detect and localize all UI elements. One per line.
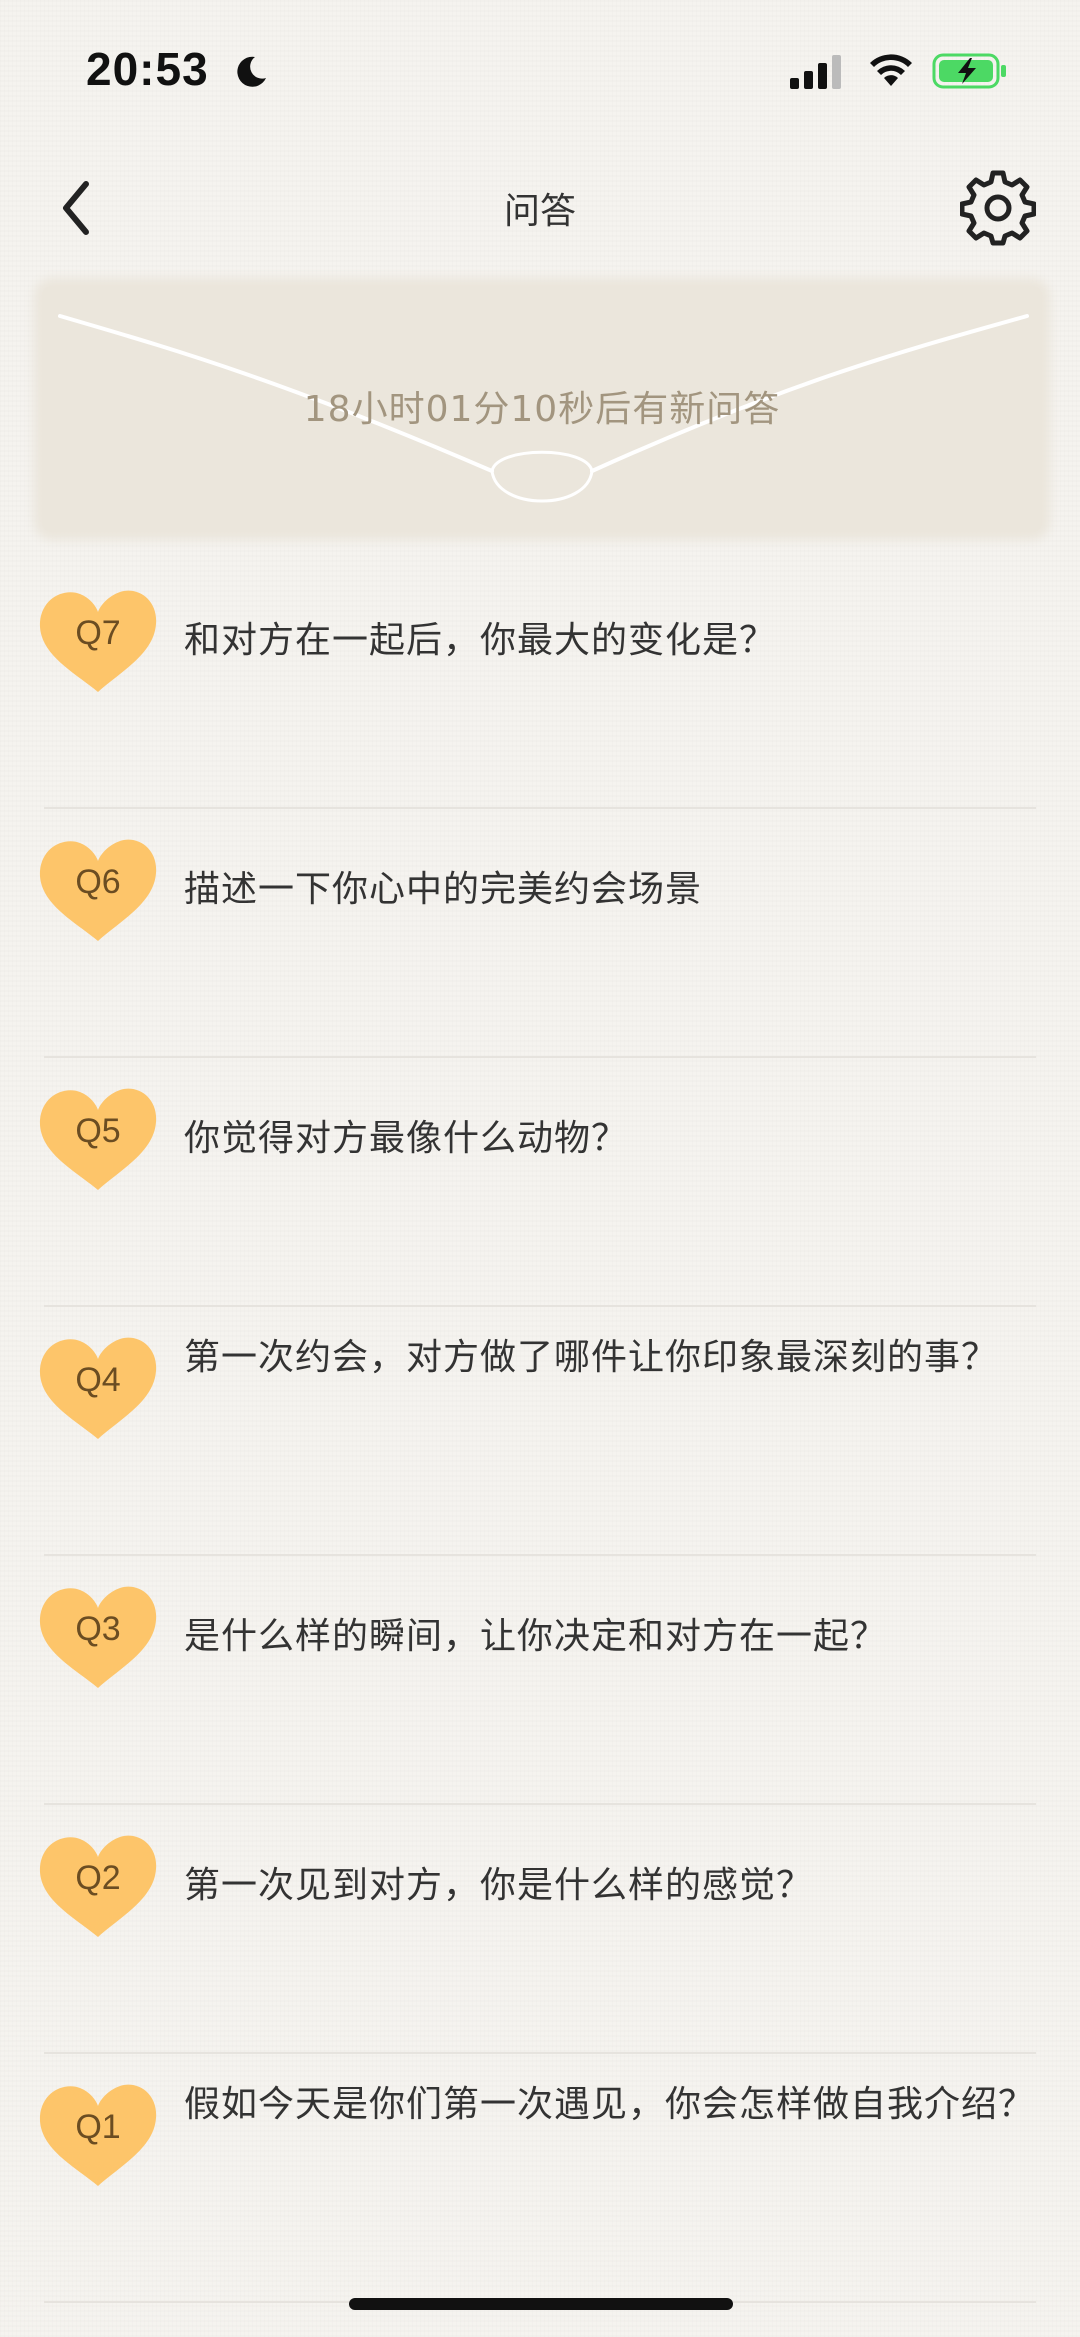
home-indicator[interactable] xyxy=(349,2298,733,2310)
question-item-q4[interactable]: Q4 第一次约会，对方做了哪件让你印象最深刻的事？ xyxy=(0,1307,1080,1556)
question-list: Q7 和对方在一起后，你最大的变化是？ Q6 描述一下你心中的完美约会场景 Q5… xyxy=(0,560,1080,2303)
question-text: 假如今天是你们第一次遇见，你会怎样做自我介绍？ xyxy=(184,2084,1036,2125)
question-item-q6[interactable]: Q6 描述一下你心中的完美约会场景 xyxy=(0,809,1080,1058)
question-number: Q1 xyxy=(75,2108,121,2146)
question-badge: Q5 xyxy=(34,1082,162,1194)
moon-icon xyxy=(237,56,266,87)
question-text: 你觉得对方最像什么动物？ xyxy=(184,1118,629,1159)
battery-icon xyxy=(932,53,1006,89)
question-item-q1[interactable]: Q1 假如今天是你们第一次遇见，你会怎样做自我介绍？ xyxy=(0,2054,1080,2303)
question-item-q7[interactable]: Q7 和对方在一起后，你最大的变化是？ xyxy=(0,560,1080,809)
page-title: 问答 xyxy=(503,191,576,232)
question-number: Q7 xyxy=(75,614,121,652)
settings-gear-icon[interactable] xyxy=(960,170,1036,246)
wifi-icon xyxy=(870,54,912,86)
question-text: 是什么样的瞬间，让你决定和对方在一起？ xyxy=(184,1616,888,1657)
question-item-q2[interactable]: Q2 第一次见到对方，你是什么样的感觉？ xyxy=(0,1805,1080,2054)
question-number: Q2 xyxy=(75,1859,121,1897)
question-badge: Q3 xyxy=(34,1580,162,1692)
question-text: 描述一下你心中的完美约会场景 xyxy=(184,869,703,910)
question-number: Q5 xyxy=(75,1112,121,1150)
question-text: 第一次见到对方，你是什么样的感觉？ xyxy=(184,1865,814,1906)
question-badge: Q1 xyxy=(34,2078,162,2190)
question-badge: Q2 xyxy=(34,1829,162,1941)
status-bar: 20:53 xyxy=(0,0,1080,140)
countdown-banner: 18小时01分10秒后有新问答 xyxy=(42,286,1042,532)
question-badge: Q7 xyxy=(34,584,162,696)
question-text: 和对方在一起后，你最大的变化是？ xyxy=(184,620,777,661)
question-number: Q4 xyxy=(75,1361,121,1399)
status-time: 20:53 xyxy=(86,43,209,95)
question-number: Q3 xyxy=(75,1610,121,1648)
question-badge: Q4 xyxy=(34,1331,162,1443)
countdown-text: 18小时01分10秒后有新问答 xyxy=(303,389,781,430)
question-number: Q6 xyxy=(75,863,121,901)
question-badge: Q6 xyxy=(34,833,162,945)
question-item-q5[interactable]: Q5 你觉得对方最像什么动物？ xyxy=(0,1058,1080,1307)
cellular-signal-icon xyxy=(790,55,841,89)
question-item-q3[interactable]: Q3 是什么样的瞬间，让你决定和对方在一起？ xyxy=(0,1556,1080,1805)
question-text: 第一次约会，对方做了哪件让你印象最深刻的事？ xyxy=(184,1337,999,1378)
